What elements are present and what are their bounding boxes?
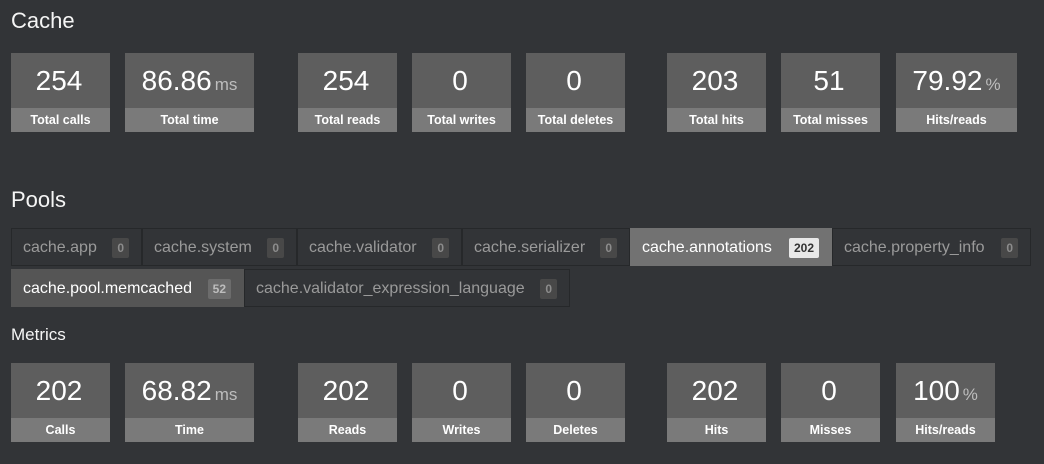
tab-cache-app[interactable]: cache.app 0 [11, 228, 142, 266]
tab-label: cache.validator_expression_language [256, 280, 525, 297]
metric-label: Total calls [11, 108, 110, 132]
tab-count-badge: 52 [207, 279, 231, 299]
metric-value: 202 [322, 375, 370, 406]
metric-total-misses: 51 Total misses [781, 53, 880, 132]
tab-count-badge: 0 [1001, 238, 1018, 258]
metric-value: 0 [821, 375, 837, 406]
metric-value: 254 [35, 65, 83, 96]
tab-cache-pool-memcached[interactable]: cache.pool.memcached 52 [11, 269, 244, 307]
metric-value: 0 [566, 375, 582, 406]
metric-label: Reads [298, 418, 397, 442]
metric-calls: 202 Calls [11, 363, 110, 442]
metric-label: Hits/reads [896, 418, 995, 442]
tab-count-badge: 0 [600, 238, 617, 258]
tab-cache-validator-expression-language[interactable]: cache.validator_expression_language 0 [244, 269, 570, 307]
metric-label: Total hits [667, 108, 766, 132]
metric-label: Hits/reads [896, 108, 1017, 132]
metric-value: 0 [452, 375, 468, 406]
metric-reads: 202 Reads [298, 363, 397, 442]
metric-label: Time [125, 418, 254, 442]
metric-writes: 0 Writes [412, 363, 511, 442]
metric-value: 203 [691, 65, 739, 96]
metric-value: 0 [566, 65, 582, 96]
metric-label: Deletes [526, 418, 625, 442]
tab-cache-validator[interactable]: cache.validator 0 [297, 228, 462, 266]
tab-count-badge: 0 [112, 238, 129, 258]
tab-cache-serializer[interactable]: cache.serializer 0 [462, 228, 630, 266]
metric-label: Hits [667, 418, 766, 442]
metric-value: 86.86 ms [141, 65, 238, 96]
metric-total-deletes: 0 Total deletes [526, 53, 625, 132]
tab-cache-annotations[interactable]: cache.annotations 202 [630, 228, 832, 266]
tab-label: cache.annotations [642, 239, 772, 256]
metric-hits-reads: 79.92% Hits/reads [896, 53, 1017, 132]
metric-label: Total writes [412, 108, 511, 132]
metric-deletes: 0 Deletes [526, 363, 625, 442]
tab-label: cache.validator [309, 239, 417, 256]
metric-total-calls: 254 Total calls [11, 53, 110, 132]
metric-total-time: 86.86 ms Total time [125, 53, 254, 132]
metric-total-reads: 254 Total reads [298, 53, 397, 132]
metric-label: Misses [781, 418, 880, 442]
metric-value: 254 [322, 65, 370, 96]
metric-label: Total reads [298, 108, 397, 132]
tab-label: cache.system [154, 239, 252, 256]
metric-label: Calls [11, 418, 110, 442]
metric-total-hits: 203 Total hits [667, 53, 766, 132]
tab-label: cache.serializer [474, 239, 586, 256]
cache-title: Cache [11, 8, 75, 33]
metric-value: 51 [813, 65, 845, 96]
pools-title: Pools [11, 187, 67, 212]
metric-label: Writes [412, 418, 511, 442]
metric-label: Total time [125, 108, 254, 132]
tab-label: cache.property_info [844, 239, 985, 256]
metric-value: 202 [691, 375, 739, 406]
tab-count-badge: 202 [788, 238, 819, 258]
metric-misses: 0 Misses [781, 363, 880, 442]
metric-value: 0 [452, 65, 468, 96]
metric-hits-reads: 100% Hits/reads [896, 363, 995, 442]
tab-count-badge: 0 [540, 279, 557, 299]
tab-count-badge: 0 [267, 238, 284, 258]
metric-value: 100% [913, 375, 978, 406]
metrics-title: Metrics [11, 325, 66, 344]
metric-total-writes: 0 Total writes [412, 53, 511, 132]
tab-label: cache.app [23, 239, 97, 256]
tab-count-badge: 0 [432, 238, 449, 258]
tab-cache-system[interactable]: cache.system 0 [142, 228, 297, 266]
tab-label: cache.pool.memcached [23, 280, 192, 297]
metric-time: 68.82 ms Time [125, 363, 254, 442]
metric-value: 68.82 ms [141, 375, 238, 406]
metric-value: 202 [35, 375, 83, 406]
metric-hits: 202 Hits [667, 363, 766, 442]
metric-label: Total misses [781, 108, 880, 132]
metric-label: Total deletes [526, 108, 625, 132]
tab-cache-property-info[interactable]: cache.property_info 0 [832, 228, 1031, 266]
metric-value: 79.92% [912, 65, 1001, 96]
